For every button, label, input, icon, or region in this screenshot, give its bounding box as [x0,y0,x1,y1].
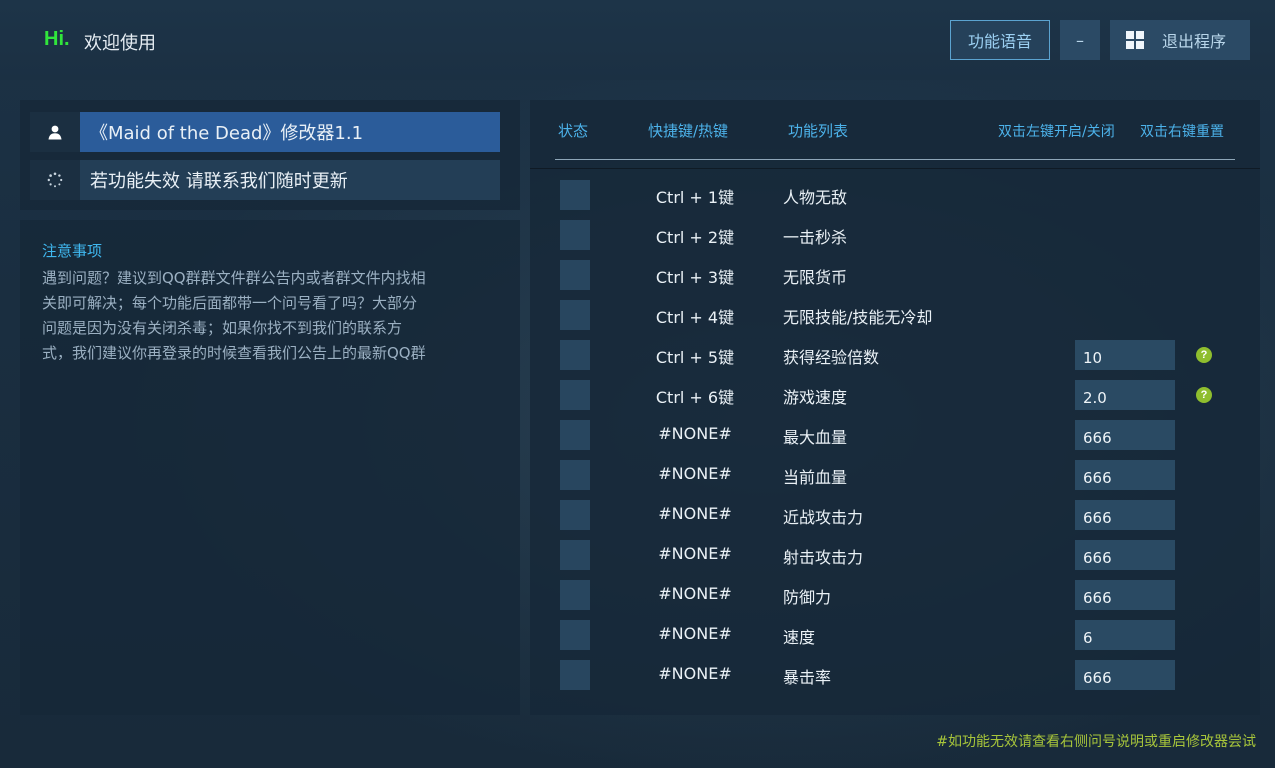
value-input[interactable] [1075,340,1175,370]
value-input[interactable] [1075,540,1175,570]
hotkey-label: #NONE# [658,464,732,483]
value-input[interactable] [1075,500,1175,530]
hotkey-label: #NONE# [658,584,732,603]
notice-line: 关即可解决；每个功能后面都带一个问号看了吗？大部分 [42,294,418,312]
feature-row[interactable]: #NONE# 射击攻击力 [530,540,1260,570]
feature-name: 速度 [783,628,816,647]
value-input[interactable] [1075,660,1175,690]
value-input[interactable] [1075,620,1175,650]
notice-line: 式，我们建议你再登录的时候查看我们公告上的最新QQ群 [42,344,426,362]
hotkey-label: #NONE# [658,624,732,643]
header-left-click-hint: 双击左键开启/关闭 [998,124,1115,140]
status-toggle[interactable] [560,460,590,490]
divider [530,168,1260,169]
notice-title: 注意事项 [42,242,103,260]
value-input[interactable] [1075,380,1175,410]
hotkey-label: #NONE# [658,504,732,523]
hi-label: Hi. [44,28,70,50]
status-toggle[interactable] [560,540,590,570]
footer-hint: #如功能无效请查看右侧问号说明或重启修改器尝试 [936,734,1256,750]
header-divider [555,159,1235,160]
feature-row[interactable]: Ctrl + 1键 人物无敌 [530,180,1260,210]
feature-name: 获得经验倍数 [783,348,880,367]
header-hotkey: 快捷键/热键 [648,122,729,140]
notice-line: 问题是因为没有关闭杀毒；如果你找不到我们的联系方 [42,319,403,337]
feature-row[interactable]: Ctrl + 2键 一击秒杀 [530,220,1260,250]
status-toggle[interactable] [560,300,590,330]
help-question-icon[interactable]: ? [1196,347,1212,363]
feature-row[interactable]: #NONE# 最大血量 [530,420,1260,450]
notice-line: 遇到问题？建议到QQ群群文件群公告内或者群文件内找相 [42,269,426,287]
sidebar-item-label: 《Maid of the Dead》修改器1.1 [80,112,500,152]
feature-row[interactable]: #NONE# 当前血量 [530,460,1260,490]
feature-row[interactable]: #NONE# 暴击率 [530,660,1260,690]
sidebar-item-title[interactable]: 《Maid of the Dead》修改器1.1 [30,112,500,152]
title-bar: Hi. 欢迎使用 功能语音 – 退出程序 [0,0,1275,80]
hotkey-label: Ctrl + 1键 [655,188,735,207]
status-toggle[interactable] [560,380,590,410]
hotkey-label: #NONE# [658,664,732,683]
hotkey-label: #NONE# [658,424,732,443]
status-toggle[interactable] [560,620,590,650]
feature-name: 暴击率 [783,668,832,687]
notice-body: 遇到问题？建议到QQ群群文件群公告内或者群文件内找相 关即可解决；每个功能后面都… [42,266,502,366]
feature-name: 人物无敌 [783,188,848,207]
product-panel: 《Maid of the Dead》修改器1.1 若功能失效 请联系我们随时更新 [20,100,520,210]
feature-name: 一击秒杀 [783,228,848,247]
value-input[interactable] [1075,580,1175,610]
feature-row[interactable]: Ctrl + 3键 无限货币 [530,260,1260,290]
status-toggle[interactable] [560,180,590,210]
minimize-button[interactable]: – [1060,20,1100,60]
status-toggle[interactable] [560,340,590,370]
feature-name: 最大血量 [783,428,848,447]
header-features: 功能列表 [788,122,849,140]
voice-button[interactable]: 功能语音 [950,20,1050,60]
feature-name: 防御力 [783,588,832,607]
hotkey-label: Ctrl + 4键 [655,308,735,327]
help-question-icon[interactable]: ? [1196,387,1212,403]
status-toggle[interactable] [560,500,590,530]
feature-row[interactable]: #NONE# 速度 [530,620,1260,650]
hotkey-label: Ctrl + 5键 [655,348,735,367]
header-right-click-hint: 双击右键重置 [1140,124,1224,140]
loading-icon [30,160,80,200]
feature-row[interactable]: #NONE# 近战攻击力 [530,500,1260,530]
feature-panel: 状态 快捷键/热键 功能列表 双击左键开启/关闭 双击右键重置 Ctrl + 1… [530,100,1260,715]
feature-row[interactable]: Ctrl + 4键 无限技能/技能无冷却 [530,300,1260,330]
value-input[interactable] [1075,420,1175,450]
status-toggle[interactable] [560,580,590,610]
feature-name: 无限货币 [783,268,848,287]
status-toggle[interactable] [560,220,590,250]
feature-name: 无限技能/技能无冷却 [783,308,933,327]
windows-icon [1126,31,1144,49]
status-toggle[interactable] [560,260,590,290]
welcome-text: 欢迎使用 [84,33,156,54]
feature-name: 近战攻击力 [783,508,864,527]
feature-name: 游戏速度 [783,388,848,407]
status-toggle[interactable] [560,420,590,450]
user-icon [30,112,80,152]
hotkey-label: Ctrl + 3键 [655,268,735,287]
feature-row[interactable]: Ctrl + 5键 获得经验倍数? [530,340,1260,370]
hotkey-label: Ctrl + 6键 [655,388,735,407]
header-status: 状态 [558,122,589,140]
exit-button-label: 退出程序 [1162,32,1227,51]
sidebar-item-update[interactable]: 若功能失效 请联系我们随时更新 [30,160,500,200]
feature-row[interactable]: Ctrl + 6键 游戏速度? [530,380,1260,410]
hotkey-label: Ctrl + 2键 [655,228,735,247]
sidebar-item-label: 若功能失效 请联系我们随时更新 [80,160,500,200]
feature-row[interactable]: #NONE# 防御力 [530,580,1260,610]
status-toggle[interactable] [560,660,590,690]
notice-panel: 注意事项 遇到问题？建议到QQ群群文件群公告内或者群文件内找相 关即可解决；每个… [20,220,520,715]
feature-name: 射击攻击力 [783,548,864,567]
hotkey-label: #NONE# [658,544,732,563]
feature-name: 当前血量 [783,468,848,487]
value-input[interactable] [1075,460,1175,490]
exit-button[interactable]: 退出程序 [1110,20,1250,60]
